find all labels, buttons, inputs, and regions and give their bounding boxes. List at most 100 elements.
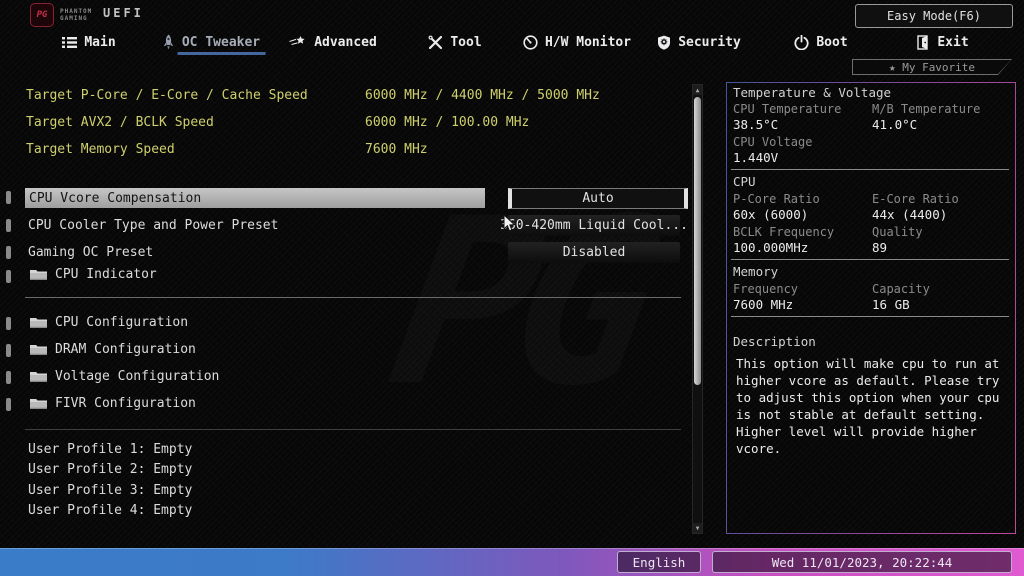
mb-temperature-label: M/B Temperature: [872, 102, 980, 116]
setting-cpu-vcore-compensation[interactable]: CPU Vcore Compensation: [25, 188, 485, 208]
tab-main[interactable]: Main: [28, 28, 150, 56]
separator: [25, 297, 681, 298]
folder-icon: [30, 343, 47, 356]
cpu-temperature-label: CPU Temperature: [733, 102, 841, 116]
quality-label: Quality: [872, 225, 923, 239]
scrollbar[interactable]: ▲ ▼: [692, 84, 703, 534]
setting-gaming-oc-preset[interactable]: Gaming OC Preset: [28, 245, 153, 260]
footer-bar: English Wed 11/01/2023, 20:22:44: [0, 548, 1024, 576]
folder-voltage-configuration-label: Voltage Configuration: [55, 369, 219, 384]
tab-exit-label: Exit: [937, 35, 968, 50]
folder-fivr-configuration[interactable]: FIVR Configuration: [30, 396, 196, 411]
cpu-voltage-label: CPU Voltage: [733, 135, 812, 149]
memory-frequency-value: 7600 MHz: [733, 297, 793, 312]
easy-mode-button[interactable]: Easy Mode(F6): [855, 4, 1013, 28]
item-cpu-indicator[interactable]: CPU Indicator: [30, 267, 157, 282]
language-button[interactable]: English: [617, 551, 701, 573]
tab-main-label: Main: [84, 35, 115, 50]
target-avx2-bclk-label: Target AVX2 / BCLK Speed: [26, 115, 214, 130]
folder-fivr-configuration-label: FIVR Configuration: [55, 396, 196, 411]
uefi-label: UEFI: [103, 6, 144, 20]
folder-cpu-configuration-label: CPU Configuration: [55, 315, 188, 330]
target-core-speed-value: 6000 MHz / 4400 MHz / 5000 MHz: [365, 88, 600, 103]
gaming-oc-preset-value-button[interactable]: Disabled: [508, 242, 680, 263]
wrench-icon: [428, 35, 443, 50]
user-profile-4[interactable]: User Profile 4: Empty: [28, 503, 192, 518]
memory-frequency-label: Frequency: [733, 282, 798, 296]
row-marker: [6, 371, 11, 384]
cpu-temperature-value: 38.5°C: [733, 117, 778, 132]
separator: [25, 429, 681, 430]
datetime-button[interactable]: Wed 11/01/2023, 20:22:44: [712, 551, 1012, 573]
ecore-ratio-value: 44x (4400): [872, 207, 947, 222]
tab-oc-tweaker[interactable]: OC Tweaker: [150, 28, 272, 56]
row-marker: [6, 317, 11, 330]
tab-boot[interactable]: Boot: [760, 28, 882, 56]
temp-voltage-title: Temperature & Voltage: [733, 85, 891, 100]
target-avx2-bclk-value: 6000 MHz / 100.00 MHz: [365, 115, 529, 130]
rocket-icon: [162, 34, 175, 50]
cpu-vcore-compensation-value-button[interactable]: Auto: [508, 188, 688, 209]
target-memory-value: 7600 MHz: [365, 142, 428, 157]
nav-bar: Main OC Tweaker Advanced: [28, 28, 1004, 56]
tab-hw-monitor[interactable]: H/W Monitor: [516, 28, 638, 56]
folder-dram-configuration[interactable]: DRAM Configuration: [30, 342, 196, 357]
bclk-frequency-label: BCLK Frequency: [733, 225, 834, 239]
user-profile-2[interactable]: User Profile 2: Empty: [28, 462, 192, 477]
sidebar-separator: [731, 259, 1009, 260]
pcore-ratio-value: 60x (6000): [733, 207, 808, 222]
mb-temperature-value: 41.0°C: [872, 117, 917, 132]
folder-cpu-configuration[interactable]: CPU Configuration: [30, 315, 188, 330]
setting-cpu-cooler-type[interactable]: CPU Cooler Type and Power Preset: [28, 218, 278, 233]
tab-advanced-label: Advanced: [314, 35, 377, 50]
ecore-ratio-label: E-Core Ratio: [872, 192, 959, 206]
memory-capacity-value: 16 GB: [872, 297, 910, 312]
brand-name: PHANTOM GAMING: [60, 8, 92, 22]
tab-security-label: Security: [678, 35, 741, 50]
phantom-gaming-watermark: PG: [376, 170, 660, 437]
cpu-cooler-type-value-button[interactable]: 360-420mm Liquid Cool...: [508, 215, 680, 236]
tab-hw-monitor-label: H/W Monitor: [545, 35, 631, 50]
phantom-gaming-logo-icon: PG: [30, 3, 54, 27]
scroll-up-button[interactable]: ▲: [693, 85, 702, 95]
row-marker: [6, 246, 11, 259]
target-avx2-bclk-row: Target AVX2 / BCLK Speed 6000 MHz / 100.…: [26, 115, 214, 130]
pcore-ratio-label: P-Core Ratio: [733, 192, 820, 206]
folder-icon: [30, 370, 47, 383]
scroll-down-button[interactable]: ▼: [693, 523, 702, 533]
quality-value: 89: [872, 240, 887, 255]
row-marker: [6, 344, 11, 357]
bclk-frequency-value: 100.000MHz: [733, 240, 808, 255]
tab-exit[interactable]: Exit: [882, 28, 1004, 56]
tab-security[interactable]: Security: [638, 28, 760, 56]
setting-cpu-vcore-compensation-label: CPU Vcore Compensation: [29, 191, 201, 206]
target-memory-row: Target Memory Speed 7600 MHz: [26, 142, 175, 157]
user-profile-3[interactable]: User Profile 3: Empty: [28, 483, 192, 498]
status-sidebar: Temperature & Voltage CPU Temperature M/…: [726, 82, 1016, 534]
tab-tool[interactable]: Tool: [394, 28, 516, 56]
my-favorite-button[interactable]: ★ My Favorite: [852, 59, 1012, 75]
cpu-voltage-value: 1.440V: [733, 150, 778, 165]
tab-boot-label: Boot: [816, 35, 847, 50]
row-marker: [6, 219, 11, 232]
tab-advanced[interactable]: Advanced: [272, 28, 394, 56]
memory-section-title: Memory: [733, 264, 778, 279]
folder-icon: [30, 397, 47, 410]
shield-icon: [657, 35, 671, 50]
cpu-section-title: CPU: [733, 174, 756, 189]
sidebar-separator: [731, 169, 1009, 170]
folder-voltage-configuration[interactable]: Voltage Configuration: [30, 369, 219, 384]
tab-oc-tweaker-label: OC Tweaker: [182, 35, 260, 50]
memory-capacity-label: Capacity: [872, 282, 930, 296]
description-title: Description: [733, 334, 816, 349]
scrollbar-thumb[interactable]: [694, 97, 701, 385]
row-marker: [6, 398, 11, 411]
target-core-speed-row: Target P-Core / E-Core / Cache Speed 600…: [26, 88, 308, 103]
folder-dram-configuration-label: DRAM Configuration: [55, 342, 196, 357]
brand-name-line2: GAMING: [60, 15, 92, 22]
exit-door-icon: [917, 35, 930, 50]
brand-block: PG PHANTOM GAMING: [30, 3, 92, 27]
user-profile-1[interactable]: User Profile 1: Empty: [28, 442, 192, 457]
folder-icon: [30, 268, 47, 281]
tab-tool-label: Tool: [450, 35, 481, 50]
